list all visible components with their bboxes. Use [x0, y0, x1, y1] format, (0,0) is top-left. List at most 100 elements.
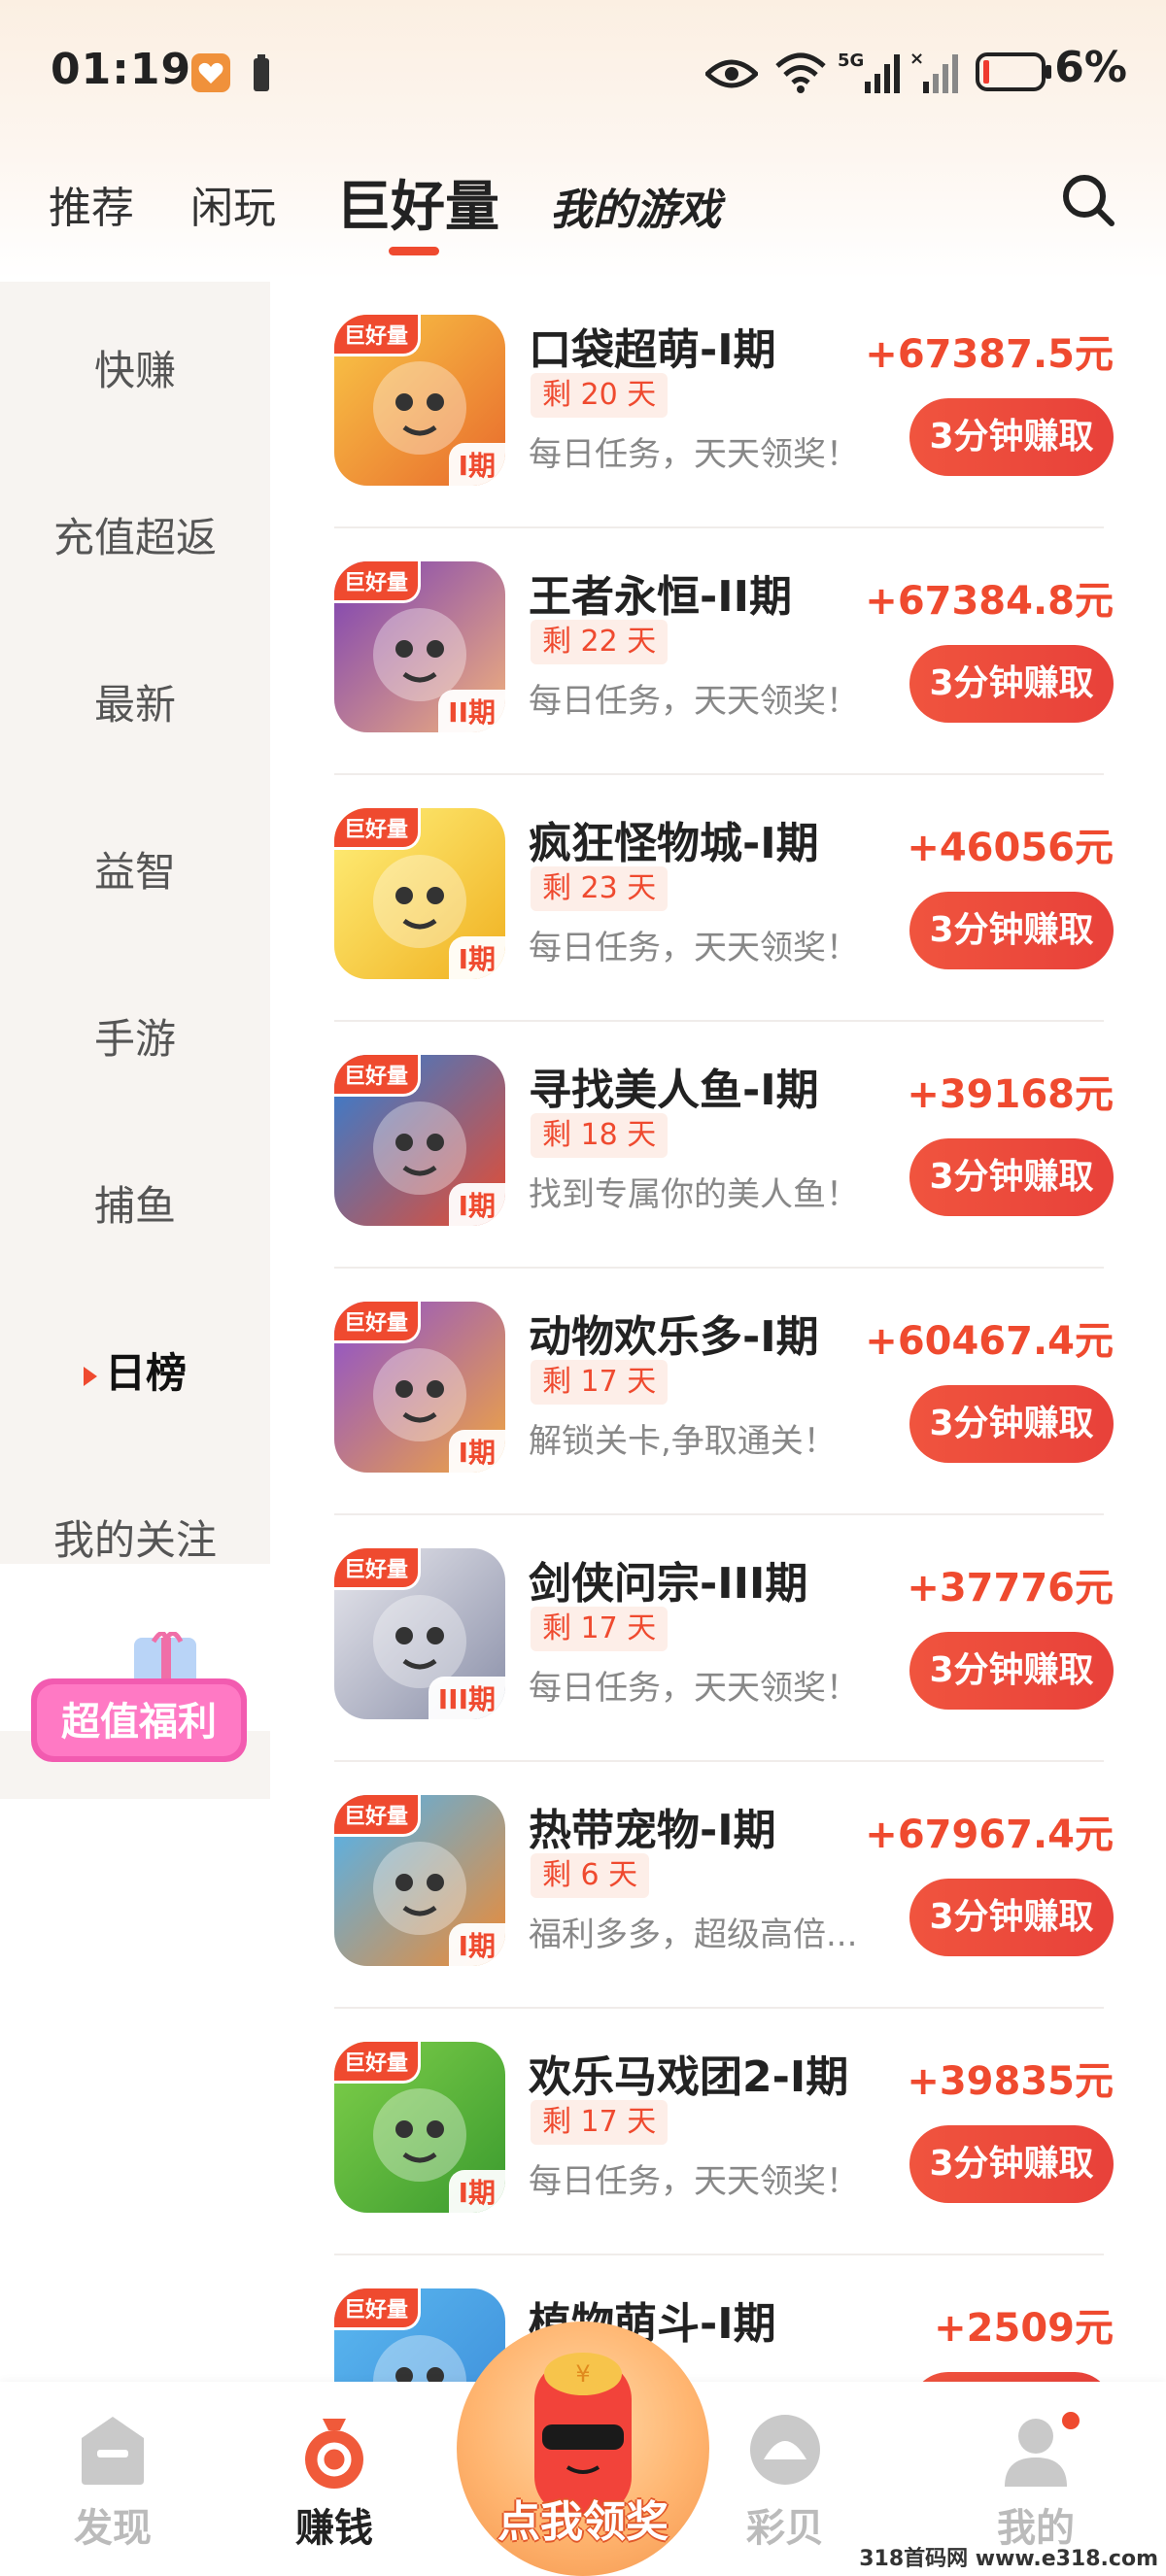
juhaoliang-badge: 巨好量 [334, 561, 422, 603]
days-remaining-badge: 剩 17 天 [531, 2100, 669, 2145]
juhaoliang-badge: 巨好量 [334, 1548, 422, 1590]
game-icon[interactable]: 巨好量 I期 [334, 1055, 505, 1226]
search-icon[interactable] [1059, 171, 1117, 229]
earn-button[interactable]: 3分钟赚取 [909, 398, 1114, 476]
period-tag: I期 [448, 1923, 505, 1966]
game-row[interactable]: 巨好量 I期 欢乐马戏团2-I期剩 17 天每日任务，天天领奖！ +39835元 3分钟… [270, 2009, 1166, 2255]
game-description: 解锁关卡,争取通关！ [529, 1422, 837, 1461]
watermark: 318首码网 www.e318.com [859, 2547, 1158, 2571]
earn-button[interactable]: 3分钟赚取 [909, 892, 1114, 969]
game-title: 口袋超萌-I期 [529, 325, 776, 375]
heart-app-icon [191, 53, 230, 92]
game-icon[interactable]: 巨好量 III期 [334, 1548, 505, 1719]
days-remaining-badge: 剩 18 天 [531, 1113, 669, 1158]
sidebar-item-label: 手游 [93, 1015, 176, 1063]
period-tag: I期 [448, 2170, 505, 2213]
period-tag: I期 [448, 1183, 505, 1226]
game-row[interactable]: 巨好量 I期 热带宠物-I期剩 6 天福利多多，超级高倍... +67967.4元 3分… [270, 1762, 1166, 2009]
tab-casual[interactable]: 闲玩 [190, 173, 276, 235]
sidebar-item-label: 益智 [93, 848, 176, 896]
category-sidebar: 快赚 充值超返 最新 益智 手游 捕鱼 日榜 我的关注 [0, 282, 270, 1799]
earn-button[interactable]: 3分钟赚取 [909, 1879, 1114, 1956]
reward-amount: +67387.5元 [865, 332, 1114, 377]
reward-amount: +67384.8元 [865, 579, 1114, 624]
earn-button[interactable]: 3分钟赚取 [909, 2125, 1114, 2203]
sidebar-item-my-follows[interactable]: 我的关注 [0, 1508, 270, 1567]
game-icon[interactable]: 巨好量 I期 [334, 1795, 505, 1966]
earn-button[interactable]: 3分钟赚取 [909, 1385, 1114, 1463]
period-tag: III期 [428, 1677, 505, 1719]
sidebar-item-mobile-games[interactable]: 手游 [0, 1006, 270, 1066]
period-tag: I期 [448, 443, 505, 486]
earn-button[interactable]: 3分钟赚取 [909, 645, 1114, 723]
tab-my-games[interactable]: 我的游戏 [550, 175, 721, 237]
reward-amount: +39835元 [907, 2059, 1114, 2104]
sidebar-item-newest[interactable]: 最新 [0, 672, 270, 731]
days-remaining-badge: 剩 23 天 [531, 866, 669, 911]
game-row[interactable]: 巨好量 I期 口袋超萌-I期剩 20 天每日任务，天天领奖！ +67387.5元 3分钟… [270, 282, 1166, 528]
signal-2-icon: × [909, 49, 958, 93]
game-title: 热带宠物-I期 [529, 1806, 776, 1855]
sidebar-item-recharge-rebate[interactable]: 充值超返 [0, 505, 270, 564]
svg-text:¥: ¥ [575, 2360, 590, 2388]
game-title: 剑侠问宗-III期 [529, 1559, 808, 1609]
claim-reward-button[interactable]: ¥ 点我领奖 [457, 2322, 709, 2576]
sidebar-item-label: 我的关注 [52, 1516, 217, 1564]
game-description: 每日任务，天天领奖！ [529, 2162, 859, 2201]
nav-label: 发现 [74, 2506, 152, 2551]
sidebar-item-puzzle[interactable]: 益智 [0, 839, 270, 898]
juhaoliang-badge: 巨好量 [334, 2042, 422, 2084]
game-icon[interactable]: 巨好量 I期 [334, 1302, 505, 1473]
sidebar-item-label: 充值超返 [52, 514, 217, 561]
sidebar-item-label: 日榜 [104, 1349, 187, 1397]
shell-icon [750, 2415, 820, 2485]
game-row[interactable]: 巨好量 I期 动物欢乐多-I期剩 17 天解锁关卡,争取通关！ +60467.4元 3分… [270, 1269, 1166, 1515]
active-arrow-icon [83, 1366, 97, 1386]
battery-icon [976, 52, 1051, 91]
tab-juhaoliang[interactable]: 巨好量 [336, 163, 499, 242]
signal-5g-icon: 5G [838, 51, 900, 93]
earn-button[interactable]: 3分钟赚取 [909, 1632, 1114, 1710]
sidebar-item-quick-earn[interactable]: 快赚 [0, 338, 270, 397]
reward-amount: +67967.4元 [865, 1813, 1114, 1857]
reward-amount: +37776元 [907, 1566, 1114, 1610]
game-icon[interactable]: 巨好量 I期 [334, 2042, 505, 2213]
svg-text:×: × [909, 49, 924, 69]
sidebar-item-daily-rank[interactable]: 日榜 [0, 1340, 270, 1400]
days-remaining-badge: 剩 17 天 [531, 1607, 669, 1651]
earn-button[interactable]: 3分钟赚取 [909, 1138, 1114, 1216]
game-row[interactable]: 巨好量 I期 疯狂怪物城-I期剩 23 天每日任务，天天领奖！ +46056元 3分钟赚… [270, 775, 1166, 1022]
wifi-icon [775, 52, 826, 93]
game-icon[interactable]: 巨好量 II期 [334, 561, 505, 732]
status-time: 01:19 [51, 45, 192, 94]
game-row[interactable]: 巨好量 III期 剑侠问宗-III期剩 17 天每日任务，天天领奖！ +37776元 3… [270, 1515, 1166, 1762]
reward-amount: +60467.4元 [865, 1319, 1114, 1364]
reward-amount: +39168元 [907, 1072, 1114, 1117]
days-remaining-badge: 剩 22 天 [531, 620, 669, 664]
game-title: 王者永恒-II期 [529, 572, 793, 622]
value-benefit-banner[interactable]: 超值福利 [27, 1631, 251, 1778]
days-remaining-badge: 剩 20 天 [531, 373, 669, 418]
juhaoliang-badge: 巨好量 [334, 1795, 422, 1837]
active-tab-indicator [389, 247, 439, 255]
game-row[interactable]: 巨好量 I期 寻找美人鱼-I期剩 18 天找到专属你的美人鱼！ +39168元 3分钟赚… [270, 1022, 1166, 1269]
juhaoliang-badge: 巨好量 [334, 1055, 422, 1097]
game-description: 福利多多，超级高倍... [529, 1915, 858, 1954]
game-title: 疯狂怪物城-I期 [529, 819, 819, 868]
reward-amount: +2509元 [934, 2306, 1114, 2351]
nav-label: 赚钱 [295, 2506, 373, 2551]
svg-text:5G: 5G [838, 51, 864, 71]
game-icon[interactable]: 巨好量 I期 [334, 808, 505, 979]
discover-icon [82, 2417, 144, 2485]
sidebar-item-fishing[interactable]: 捕鱼 [0, 1173, 270, 1233]
tab-recommend[interactable]: 推荐 [49, 173, 134, 235]
game-icon[interactable]: 巨好量 I期 [334, 315, 505, 486]
game-description: 每日任务，天天领奖！ [529, 682, 859, 721]
game-row[interactable]: 巨好量 II期 王者永恒-II期剩 22 天每日任务，天天领奖！ +67384.8元 3… [270, 528, 1166, 775]
claim-reward-label: 点我领奖 [497, 2497, 669, 2547]
juhaoliang-badge: 巨好量 [334, 1302, 422, 1343]
game-description: 找到专属你的美人鱼！ [529, 1175, 859, 1214]
period-tag: II期 [438, 690, 505, 732]
reward-amount: +46056元 [907, 826, 1114, 870]
game-description: 每日任务，天天领奖！ [529, 1669, 859, 1708]
